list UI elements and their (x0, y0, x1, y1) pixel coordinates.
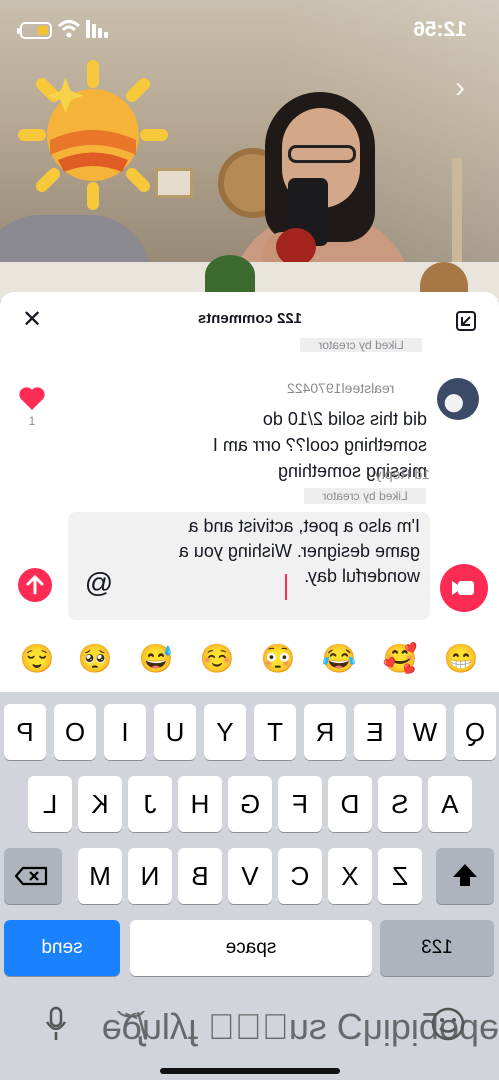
apple (276, 228, 316, 266)
share-icon[interactable] (454, 309, 478, 333)
suggestion-strip-text: ǝpoƃᴉqᴉɥƆ suᷝᷝᷝ ɟʎlu̸̡͝ðǝ (101, 1006, 499, 1047)
chevron-right-icon[interactable]: › (455, 73, 473, 103)
key-j[interactable]: J (128, 776, 172, 832)
close-icon[interactable]: ✕ (20, 308, 44, 332)
numbers-key[interactable]: 123 (380, 920, 494, 976)
shift-arrow-icon (453, 864, 477, 886)
key-g[interactable]: G (228, 776, 272, 832)
key-o[interactable]: O (54, 704, 96, 760)
suggestion-strip: ǝpoƃᴉqᴉɥƆ suᷝᷝᷝ ɟʎlu̸̡͝ðǝ (0, 1000, 499, 1060)
key-d[interactable]: D (328, 776, 372, 832)
key-x[interactable]: X (328, 848, 372, 904)
microphone-icon[interactable] (44, 1004, 68, 1044)
send-comment-button[interactable] (18, 568, 52, 602)
emoji-relieved[interactable]: 😌 (14, 636, 60, 682)
liked-by-creator-badge: Liked by creator (304, 488, 426, 504)
key-q[interactable]: Q (454, 704, 496, 760)
status-time: 12:56 (413, 18, 467, 41)
emoji-grin[interactable]: 😁 (438, 636, 484, 682)
key-u[interactable]: U (154, 704, 196, 760)
person-glasses (288, 145, 356, 163)
home-indicator (160, 1068, 340, 1074)
key-v[interactable]: V (228, 848, 272, 904)
wifi-icon (58, 20, 80, 38)
screen: › 12:56 ✕ 122 comments Liked by creator … (0, 0, 499, 1080)
backspace-key[interactable] (4, 848, 62, 904)
battery-fill (38, 26, 48, 35)
signal-icon (86, 20, 108, 38)
comment-username[interactable]: realsteel19704​22 (287, 380, 427, 396)
compose-bar: @ I'm also a poet, activist and a game d… (0, 504, 499, 632)
send-key[interactable]: send (4, 920, 120, 976)
plant (205, 255, 255, 295)
emoji-hearts[interactable]: 🥰 (377, 636, 423, 682)
sheet-header: ✕ 122 comments (0, 292, 499, 348)
heart-icon[interactable] (18, 386, 46, 412)
comment-meta-reply[interactable]: 1d Reply (330, 466, 430, 482)
key-y[interactable]: Y (204, 704, 246, 760)
mention-icon[interactable]: @ (84, 568, 114, 598)
key-a[interactable]: A (428, 776, 472, 832)
key-k[interactable]: K (78, 776, 122, 832)
avatar[interactable] (437, 378, 479, 420)
liked-by-creator-badge: Liked by creator (300, 338, 422, 352)
key-b[interactable]: B (178, 848, 222, 904)
key-i[interactable]: I (104, 704, 146, 760)
wall-rack (452, 158, 462, 278)
key-e[interactable]: E (354, 704, 396, 760)
battery-icon (17, 22, 52, 39)
key-w[interactable]: W (404, 704, 446, 760)
emoji-joy[interactable]: 😂 (316, 636, 362, 682)
key-t[interactable]: T (254, 704, 296, 760)
sun-sticker-icon (18, 60, 168, 210)
shift-key[interactable] (436, 848, 494, 904)
arrow-up-icon (26, 574, 44, 595)
comments-count-title: 122 comments (197, 310, 303, 327)
space-key[interactable]: space (130, 920, 372, 976)
key-m[interactable]: M (78, 848, 122, 904)
emoji-sweat[interactable]: 😅 (133, 636, 179, 682)
emoji-flushed[interactable]: 😳 (255, 636, 301, 682)
video-reply-button[interactable] (440, 564, 488, 612)
emoji-keyboard-icon[interactable] (428, 1004, 468, 1044)
key-c[interactable]: C (278, 848, 322, 904)
text-caret (285, 574, 287, 600)
emoji-smile[interactable]: ☺️ (194, 636, 240, 682)
key-l[interactable]: L (28, 776, 72, 832)
key-p[interactable]: P (4, 704, 46, 760)
comments-sheet: ✕ 122 comments Liked by creator realstee… (0, 292, 499, 504)
key-z[interactable]: Z (378, 848, 422, 904)
like-count: 1 (28, 414, 36, 428)
key-r[interactable]: R (304, 704, 346, 760)
emoji-pleading[interactable]: 🥺 (72, 636, 118, 682)
key-s[interactable]: S (378, 776, 422, 832)
emoji-row: 😁 🥰 😂 😳 ☺️ 😅 🥺 😌 (0, 632, 499, 692)
camera-icon (452, 581, 474, 595)
key-h[interactable]: H (178, 776, 222, 832)
backspace-icon (14, 866, 48, 886)
status-bar: 12:56 (0, 0, 499, 58)
key-f[interactable]: F (278, 776, 322, 832)
key-n[interactable]: N (128, 848, 172, 904)
